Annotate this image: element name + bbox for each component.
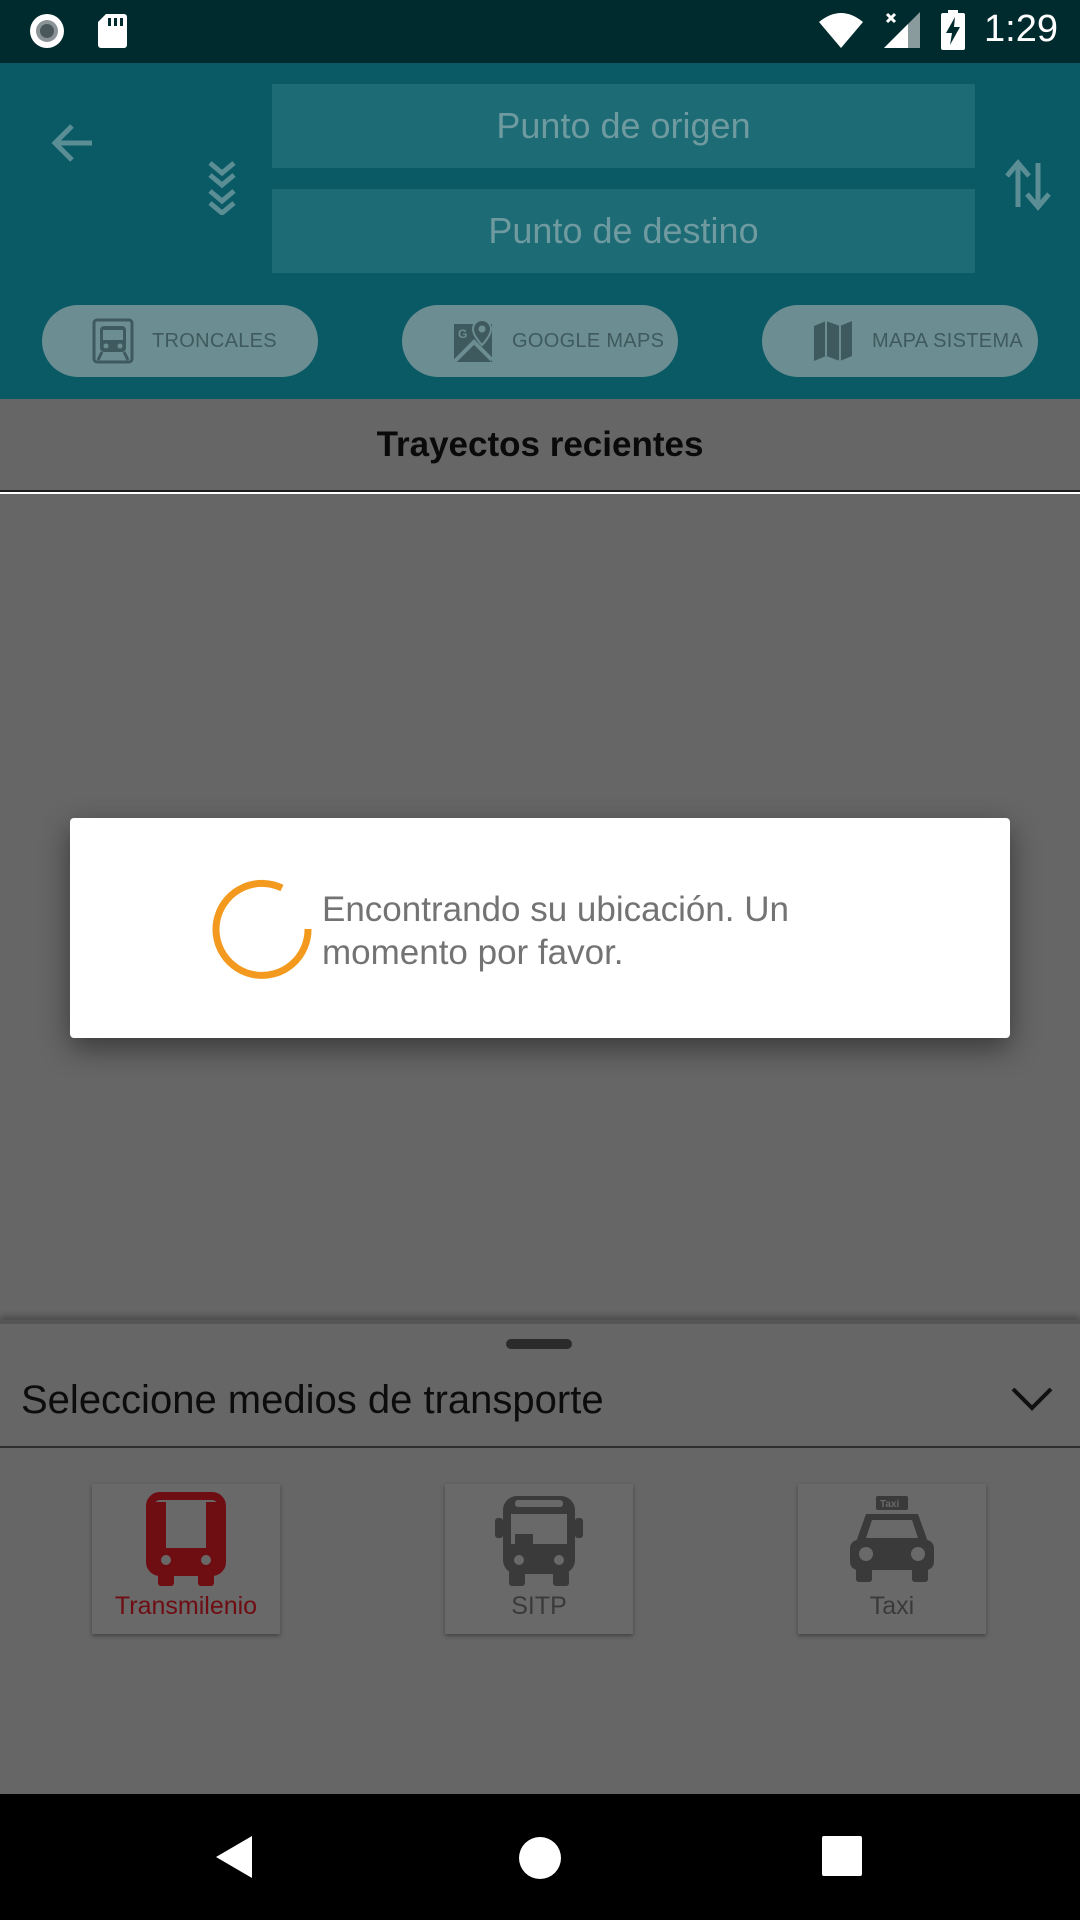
route-header: Punto de origen Punto de destino TRONCAL… [0, 63, 1080, 399]
mapa-sistema-label: MAPA SISTEMA [872, 329, 1024, 352]
chevron-down-icon[interactable] [1010, 1384, 1054, 1414]
collapse-icon[interactable] [202, 155, 242, 215]
mode-taxi-label: Taxi [869, 1592, 915, 1620]
mode-sitp-label: SITP [511, 1592, 567, 1620]
mapa-sistema-button[interactable]: MAPA SISTEMA [762, 305, 1038, 377]
record-icon [30, 14, 64, 48]
origin-input[interactable]: Punto de origen [272, 84, 975, 168]
troncales-button[interactable]: TRONCALES [42, 305, 318, 377]
location-loading-dialog: Encontrando su ubicación. Un momento por… [70, 818, 1010, 1038]
nav-back-icon[interactable] [214, 1834, 254, 1880]
recent-trips-header: Trayectos recientes [0, 399, 1080, 492]
wifi-icon [819, 12, 864, 48]
taxi-icon: Taxi [850, 1496, 934, 1582]
dialog-message: Encontrando su ubicación. Un momento por… [322, 890, 789, 972]
destination-input[interactable]: Punto de destino [272, 189, 975, 273]
sheet-drag-handle[interactable] [506, 1339, 572, 1349]
bus-icon [146, 1492, 226, 1586]
system-nav-bar [0, 1794, 1080, 1920]
nav-recents-icon[interactable] [822, 1836, 862, 1876]
sheet-divider [0, 1446, 1080, 1448]
google-maps-label: GOOGLE MAPS [512, 329, 665, 352]
status-bar: 1:29 [0, 0, 1080, 63]
swap-icon[interactable] [1002, 155, 1054, 215]
mode-transmilenio-label: Transmilenio [114, 1592, 258, 1620]
mode-transmilenio[interactable]: Transmilenio [92, 1484, 280, 1634]
status-time: 1:29 [984, 8, 1058, 50]
mode-taxi[interactable]: Taxi Taxi [798, 1484, 986, 1634]
map-icon [814, 321, 852, 361]
bus-icon [495, 1496, 583, 1586]
google-map-icon: G [452, 318, 494, 364]
nav-home-icon[interactable] [518, 1836, 562, 1880]
svg-text:Taxi: Taxi [880, 1499, 899, 1510]
troncales-label: TRONCALES [152, 329, 277, 352]
mode-sitp[interactable]: SITP [445, 1484, 633, 1634]
svg-text:G: G [458, 327, 468, 341]
loading-spinner-icon [212, 879, 312, 979]
signal-icon [884, 11, 921, 48]
back-arrow-icon[interactable] [44, 113, 104, 173]
sd-card-icon [98, 14, 127, 48]
sheet-title: Seleccione medios de transporte [21, 1378, 604, 1422]
train-icon [92, 318, 134, 364]
transport-bottom-sheet: Seleccione medios de transporte Transmil… [0, 1320, 1080, 1794]
battery-charging-icon [941, 9, 966, 50]
google-maps-button[interactable]: G GOOGLE MAPS [402, 305, 678, 377]
